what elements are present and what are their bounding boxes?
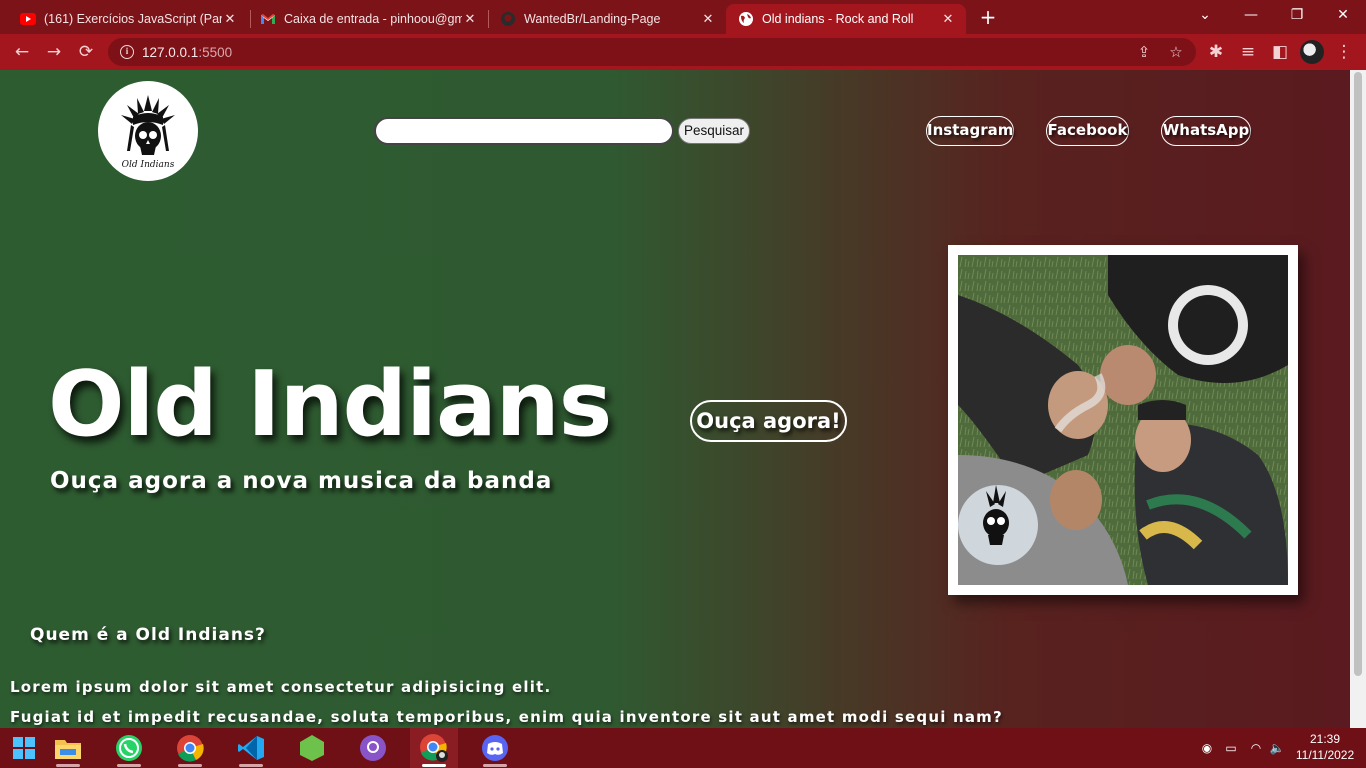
whatsapp-icon[interactable] [105,728,153,768]
chrome-icon[interactable] [166,728,214,768]
profile-avatar[interactable] [1300,40,1324,64]
svg-text:Old Indians: Old Indians [122,160,175,170]
whatsapp-link[interactable]: WhatsApp [1161,116,1251,146]
close-tab-icon[interactable]: ✕ [222,12,238,27]
tab-youtube[interactable]: (161) Exercícios JavaScript (Parte ✕ [8,4,248,34]
landing-page: Old Indians Pesquisar Instagram Facebook… [0,70,1350,728]
nodejs-icon[interactable] [288,728,336,768]
menu-icon[interactable]: ⋮ [1330,38,1358,66]
facebook-link[interactable]: Facebook [1046,116,1129,146]
extensions-icon[interactable]: ✱ [1202,38,1230,66]
globe-icon [738,11,754,27]
gmail-icon [260,11,276,27]
vscode-icon[interactable] [227,728,275,768]
page-scrollbar[interactable] [1350,70,1366,728]
tab-gmail[interactable]: Caixa de entrada - pinhoou@gm ✕ [248,4,488,34]
skull-headdress-icon: Old Indians [121,95,175,170]
search-button[interactable]: Pesquisar [678,118,750,144]
hero-subtitle: Ouça agora a nova musica da banda [50,468,553,494]
clock-time: 21:39 [1309,732,1341,746]
restore-button[interactable]: ❐ [1274,0,1320,34]
tab-title: WantedBr/Landing-Page [524,12,661,26]
about-title: Quem é a Old Indians? [30,625,266,645]
system-clock[interactable]: 21:39 11/11/2022 [1290,731,1360,763]
minimize-button[interactable]: — [1228,0,1274,34]
close-tab-icon[interactable]: ✕ [462,12,478,27]
volume-icon[interactable]: 🔈 [1266,728,1288,768]
battery-icon[interactable]: ▭ [1220,728,1242,768]
site-info-icon[interactable]: i [120,45,134,59]
about-text-line-1: Lorem ipsum dolor sit amet consectetur a… [10,678,552,696]
start-icon[interactable] [0,728,48,768]
media-queue-icon[interactable]: ≡ [1234,38,1262,66]
search-input[interactable] [374,117,674,145]
side-panel-icon[interactable]: ◧ [1266,38,1294,66]
hero-title: Old Indians [48,352,612,457]
tab-title: Old indians - Rock and Roll [762,12,914,26]
clock-date: 11/11/2022 [1295,748,1355,762]
chrome-profile-icon[interactable] [410,728,458,768]
github-desktop-icon[interactable] [349,728,397,768]
new-tab-button[interactable]: + [976,6,1000,30]
discord-icon[interactable] [471,728,519,768]
address-bar[interactable]: i 127.0.0.1:5500 ⇪ ☆ [108,38,1196,66]
share-icon[interactable]: ⇪ [1132,38,1156,66]
url-text: 127.0.0.1:5500 [142,44,233,60]
browser-toolbar: ← → ⟳ i 127.0.0.1:5500 ⇪ ☆ ✱ ≡ ◧ ⋮ [0,34,1366,70]
wifi-icon[interactable]: ◠ [1244,728,1268,768]
close-tab-icon[interactable]: ✕ [700,12,716,27]
listen-now-button[interactable]: Ouça agora! [690,400,847,442]
tab-title: Caixa de entrada - pinhoou@gm [284,12,462,26]
tab-search-icon[interactable]: ⌄ [1182,0,1228,34]
windows-taskbar: ◉ ▭ ◠ 🔈 21:39 11/11/2022 [0,728,1366,768]
tab-github[interactable]: WantedBr/Landing-Page ✕ [488,4,726,34]
about-text-line-2: Fugiat id et impedit recusandae, soluta … [10,708,1003,726]
back-icon[interactable]: ← [8,38,36,66]
forward-icon[interactable]: → [40,38,68,66]
close-tab-icon[interactable]: ✕ [940,12,956,27]
tab-strip: (161) Exercícios JavaScript (Parte ✕ Cai… [0,0,1366,34]
close-window-button[interactable]: ✕ [1320,0,1366,34]
youtube-icon [20,11,36,27]
file-explorer-icon[interactable] [44,728,92,768]
instagram-link[interactable]: Instagram [926,116,1014,146]
tab-old-indians[interactable]: Old indians - Rock and Roll ✕ [726,4,966,34]
discord-tray-icon[interactable]: ◉ [1196,728,1218,768]
scrollbar-thumb[interactable] [1354,72,1362,676]
band-logo[interactable]: Old Indians [98,81,198,181]
bookmark-star-icon[interactable]: ☆ [1164,38,1188,66]
tab-title: (161) Exercícios JavaScript (Parte [44,12,222,26]
band-photo-frame [948,245,1298,595]
reload-icon[interactable]: ⟳ [72,38,100,66]
band-photo [958,255,1288,585]
github-icon [500,11,516,27]
